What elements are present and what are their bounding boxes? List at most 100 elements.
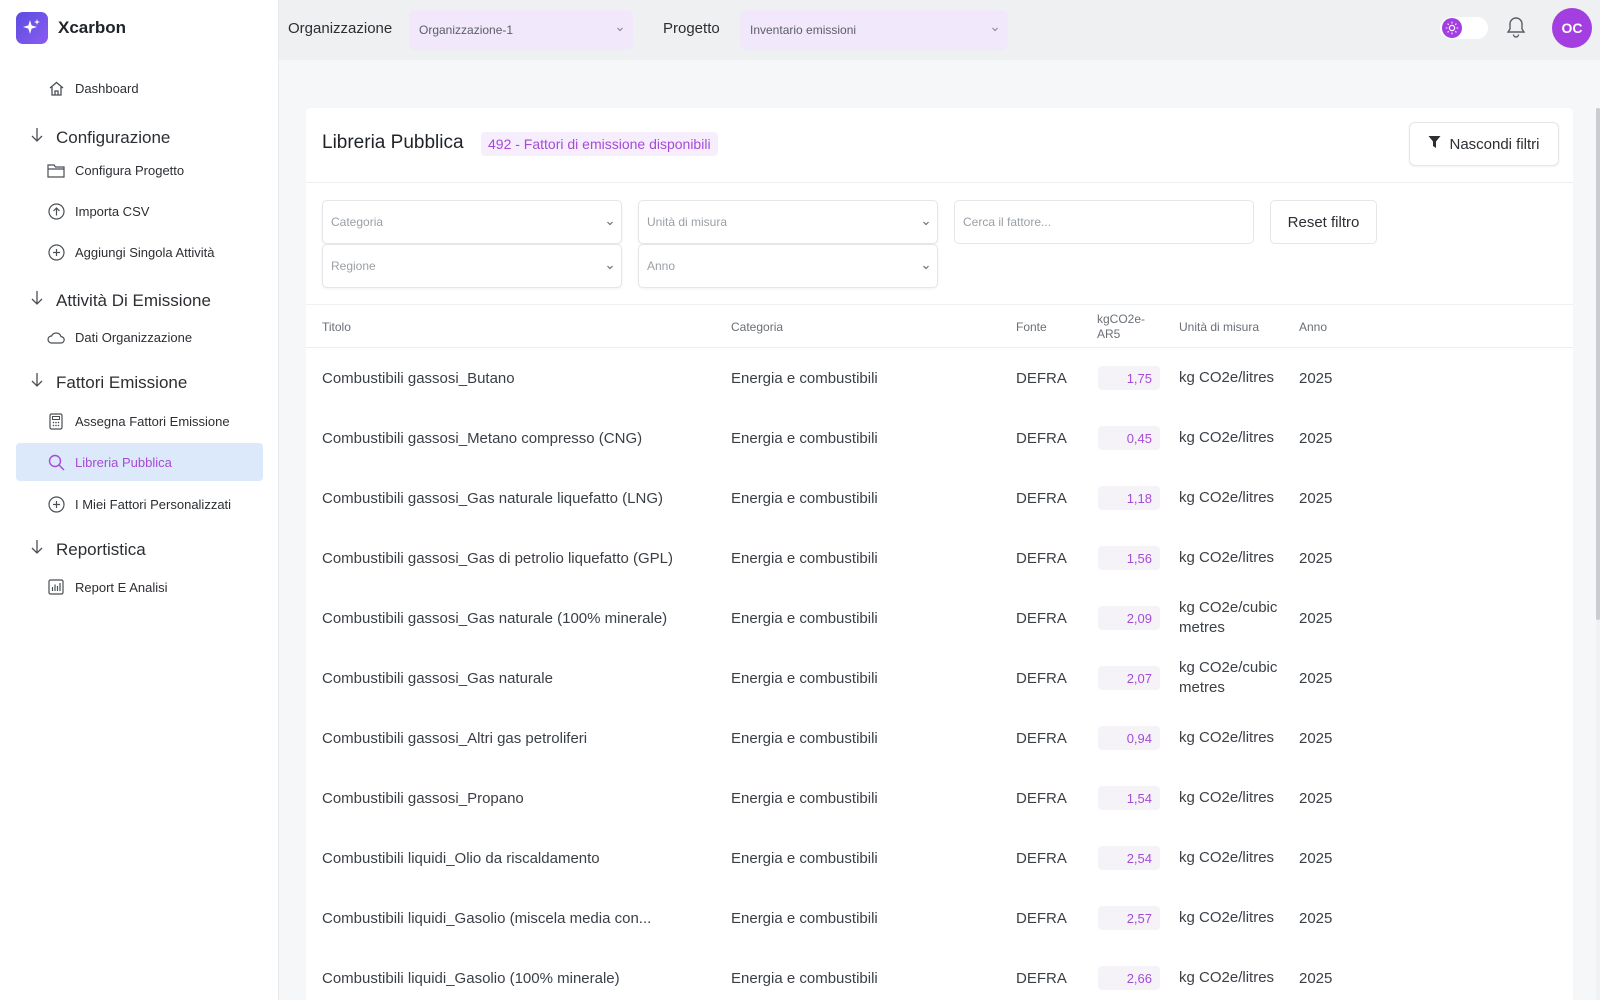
region-filter[interactable]: Regione: [322, 244, 622, 288]
row-value: 2,09: [1098, 588, 1160, 648]
value-pill: 0,94: [1098, 726, 1160, 750]
table-row[interactable]: Combustibili gassosi_Propano Energia e c…: [306, 768, 1573, 828]
row-category: Energia e combustibili: [731, 969, 878, 987]
arrow-down-icon: [30, 127, 44, 148]
row-title: Combustibili gassosi_Butano: [322, 369, 515, 387]
region-filter-placeholder: Regione: [331, 259, 376, 273]
category-filter-placeholder: Categoria: [331, 215, 384, 229]
row-category: Energia e combustibili: [731, 729, 878, 747]
row-category: Energia e combustibili: [731, 669, 878, 687]
year-filter[interactable]: Anno: [638, 244, 938, 288]
bell-icon[interactable]: [1506, 16, 1526, 43]
table-row[interactable]: Combustibili gassosi_Metano compresso (C…: [306, 408, 1573, 468]
hide-filters-label: Nascondi filtri: [1449, 135, 1540, 153]
row-value: 1,18: [1098, 468, 1160, 528]
column-header-unit[interactable]: Unità di misura: [1179, 305, 1259, 349]
table-row[interactable]: Combustibili liquidi_Gasolio (miscela me…: [306, 888, 1573, 948]
scrollbar-thumb[interactable]: [1596, 108, 1600, 620]
value-pill: 1,54: [1098, 786, 1160, 810]
column-header-value[interactable]: kgCO2e- AR5: [1097, 305, 1145, 349]
row-category: Energia e combustibili: [731, 909, 878, 927]
row-year: 2025: [1299, 369, 1333, 387]
column-header-source[interactable]: Fonte: [1016, 305, 1047, 349]
column-header-title[interactable]: Titolo: [322, 305, 351, 349]
theme-toggle[interactable]: [1440, 17, 1488, 39]
sidebar-item-aggiungi-singola-attivita[interactable]: Aggiungi Singola Attività: [16, 233, 263, 271]
value-pill: 2,57: [1098, 906, 1160, 930]
section-attivita-di-emissione[interactable]: Attività Di Emissione: [30, 290, 211, 311]
sidebar-item-i-miei-fattori-personalizzati[interactable]: I Miei Fattori Personalizzati: [16, 485, 263, 523]
reset-filter-button[interactable]: Reset filtro: [1270, 200, 1377, 244]
app-name: Xcarbon: [58, 18, 127, 37]
chevron-down-icon: [615, 23, 625, 37]
table-row[interactable]: Combustibili liquidi_Gasolio (100% miner…: [306, 948, 1573, 1000]
row-unit: kg CO2e/litres: [1179, 849, 1275, 866]
row-title: Combustibili gassosi_Altri gas petrolife…: [322, 729, 588, 747]
row-source: DEFRA: [1016, 789, 1067, 807]
row-unit: kg CO2e/litres: [1179, 429, 1275, 446]
section-fattori-emissione[interactable]: Fattori Emissione: [30, 372, 187, 393]
year-filter-placeholder: Anno: [647, 259, 676, 273]
row-title: Combustibili liquidi_Gasolio (100% miner…: [322, 969, 620, 987]
row-year: 2025: [1299, 669, 1333, 687]
sidebar-item-assegna-fattori-emissione[interactable]: Assegna Fattori Emissione: [16, 402, 263, 440]
category-filter[interactable]: Categoria: [322, 200, 622, 244]
sidebar-item-label: Libreria Pubblica: [75, 454, 172, 470]
table-row[interactable]: Combustibili gassosi_Gas naturale (100% …: [306, 588, 1573, 648]
row-source: DEFRA: [1016, 849, 1067, 867]
hide-filters-button[interactable]: Nascondi filtri: [1409, 122, 1559, 166]
row-value: 1,56: [1098, 528, 1160, 588]
row-unit: kg CO2e/litres: [1179, 909, 1275, 926]
row-source: DEFRA: [1016, 609, 1067, 627]
sidebar-item-configura-progetto[interactable]: Configura Progetto: [16, 151, 263, 189]
project-label: Progetto: [663, 20, 720, 37]
sidebar-item-dashboard[interactable]: Dashboard: [16, 69, 263, 107]
row-source: DEFRA: [1016, 909, 1067, 927]
row-title: Combustibili liquidi_Olio da riscaldamen…: [322, 849, 600, 867]
row-year: 2025: [1299, 729, 1333, 747]
home-icon: [47, 79, 65, 97]
sidebar-item-report-e-analisi[interactable]: Report E Analisi: [16, 568, 263, 606]
sidebar-item-dati-organizzazione[interactable]: Dati Organizzazione: [16, 318, 263, 356]
column-header-value-line2: AR5: [1097, 327, 1121, 341]
section-title: Reportistica: [56, 539, 146, 559]
table-row[interactable]: Combustibili gassosi_Butano Energia e co…: [306, 348, 1573, 408]
section-reportistica[interactable]: Reportistica: [30, 539, 146, 560]
table-row[interactable]: Combustibili gassosi_Gas naturale Energi…: [306, 648, 1573, 708]
sidebar-item-importa-csv[interactable]: Importa CSV: [16, 192, 263, 230]
app-logo[interactable]: Xcarbon: [16, 12, 126, 44]
avatar[interactable]: OC: [1552, 8, 1592, 48]
value-pill: 2,54: [1098, 846, 1160, 870]
table-row[interactable]: Combustibili gassosi_Gas di petrolio liq…: [306, 528, 1573, 588]
organization-select[interactable]: Organizzazione-1: [409, 10, 633, 50]
row-unit: kg CO2e/litres: [1179, 549, 1275, 566]
table-row[interactable]: Combustibili gassosi_Gas naturale liquef…: [306, 468, 1573, 528]
row-value: 2,07: [1098, 648, 1160, 708]
value-pill: 2,09: [1098, 606, 1160, 630]
row-value: 2,66: [1098, 948, 1160, 1000]
column-header-category[interactable]: Categoria: [731, 305, 783, 349]
sidebar-item-label: Importa CSV: [75, 203, 150, 219]
sidebar-item-label: Dashboard: [75, 80, 139, 96]
column-header-year[interactable]: Anno: [1299, 305, 1327, 349]
row-title: Combustibili gassosi_Gas naturale: [322, 669, 553, 687]
sidebar-item-libreria-pubblica[interactable]: Libreria Pubblica: [16, 443, 263, 481]
table-row[interactable]: Combustibili liquidi_Olio da riscaldamen…: [306, 828, 1573, 888]
row-value: 1,75: [1098, 348, 1160, 408]
table-row[interactable]: Combustibili gassosi_Altri gas petrolife…: [306, 708, 1573, 768]
row-unit: kg CO2e/litres: [1179, 789, 1275, 806]
row-title: Combustibili gassosi_Gas naturale (100% …: [322, 609, 668, 627]
project-select[interactable]: Inventario emissioni: [740, 10, 1008, 50]
unit-filter[interactable]: Unità di misura: [638, 200, 938, 244]
search-input[interactable]: [954, 200, 1254, 244]
row-category: Energia e combustibili: [731, 849, 878, 867]
chevron-down-icon: [605, 217, 615, 231]
library-card: Libreria Pubblica 492 - Fattori di emiss…: [306, 108, 1573, 1000]
sidebar-item-label: Report E Analisi: [75, 579, 168, 595]
divider: [306, 182, 1573, 183]
arrow-down-icon: [30, 372, 44, 393]
calculator-icon: [47, 412, 65, 430]
arrow-down-icon: [30, 539, 44, 560]
value-pill: 2,66: [1098, 966, 1160, 990]
section-configurazione[interactable]: Configurazione: [30, 127, 170, 148]
